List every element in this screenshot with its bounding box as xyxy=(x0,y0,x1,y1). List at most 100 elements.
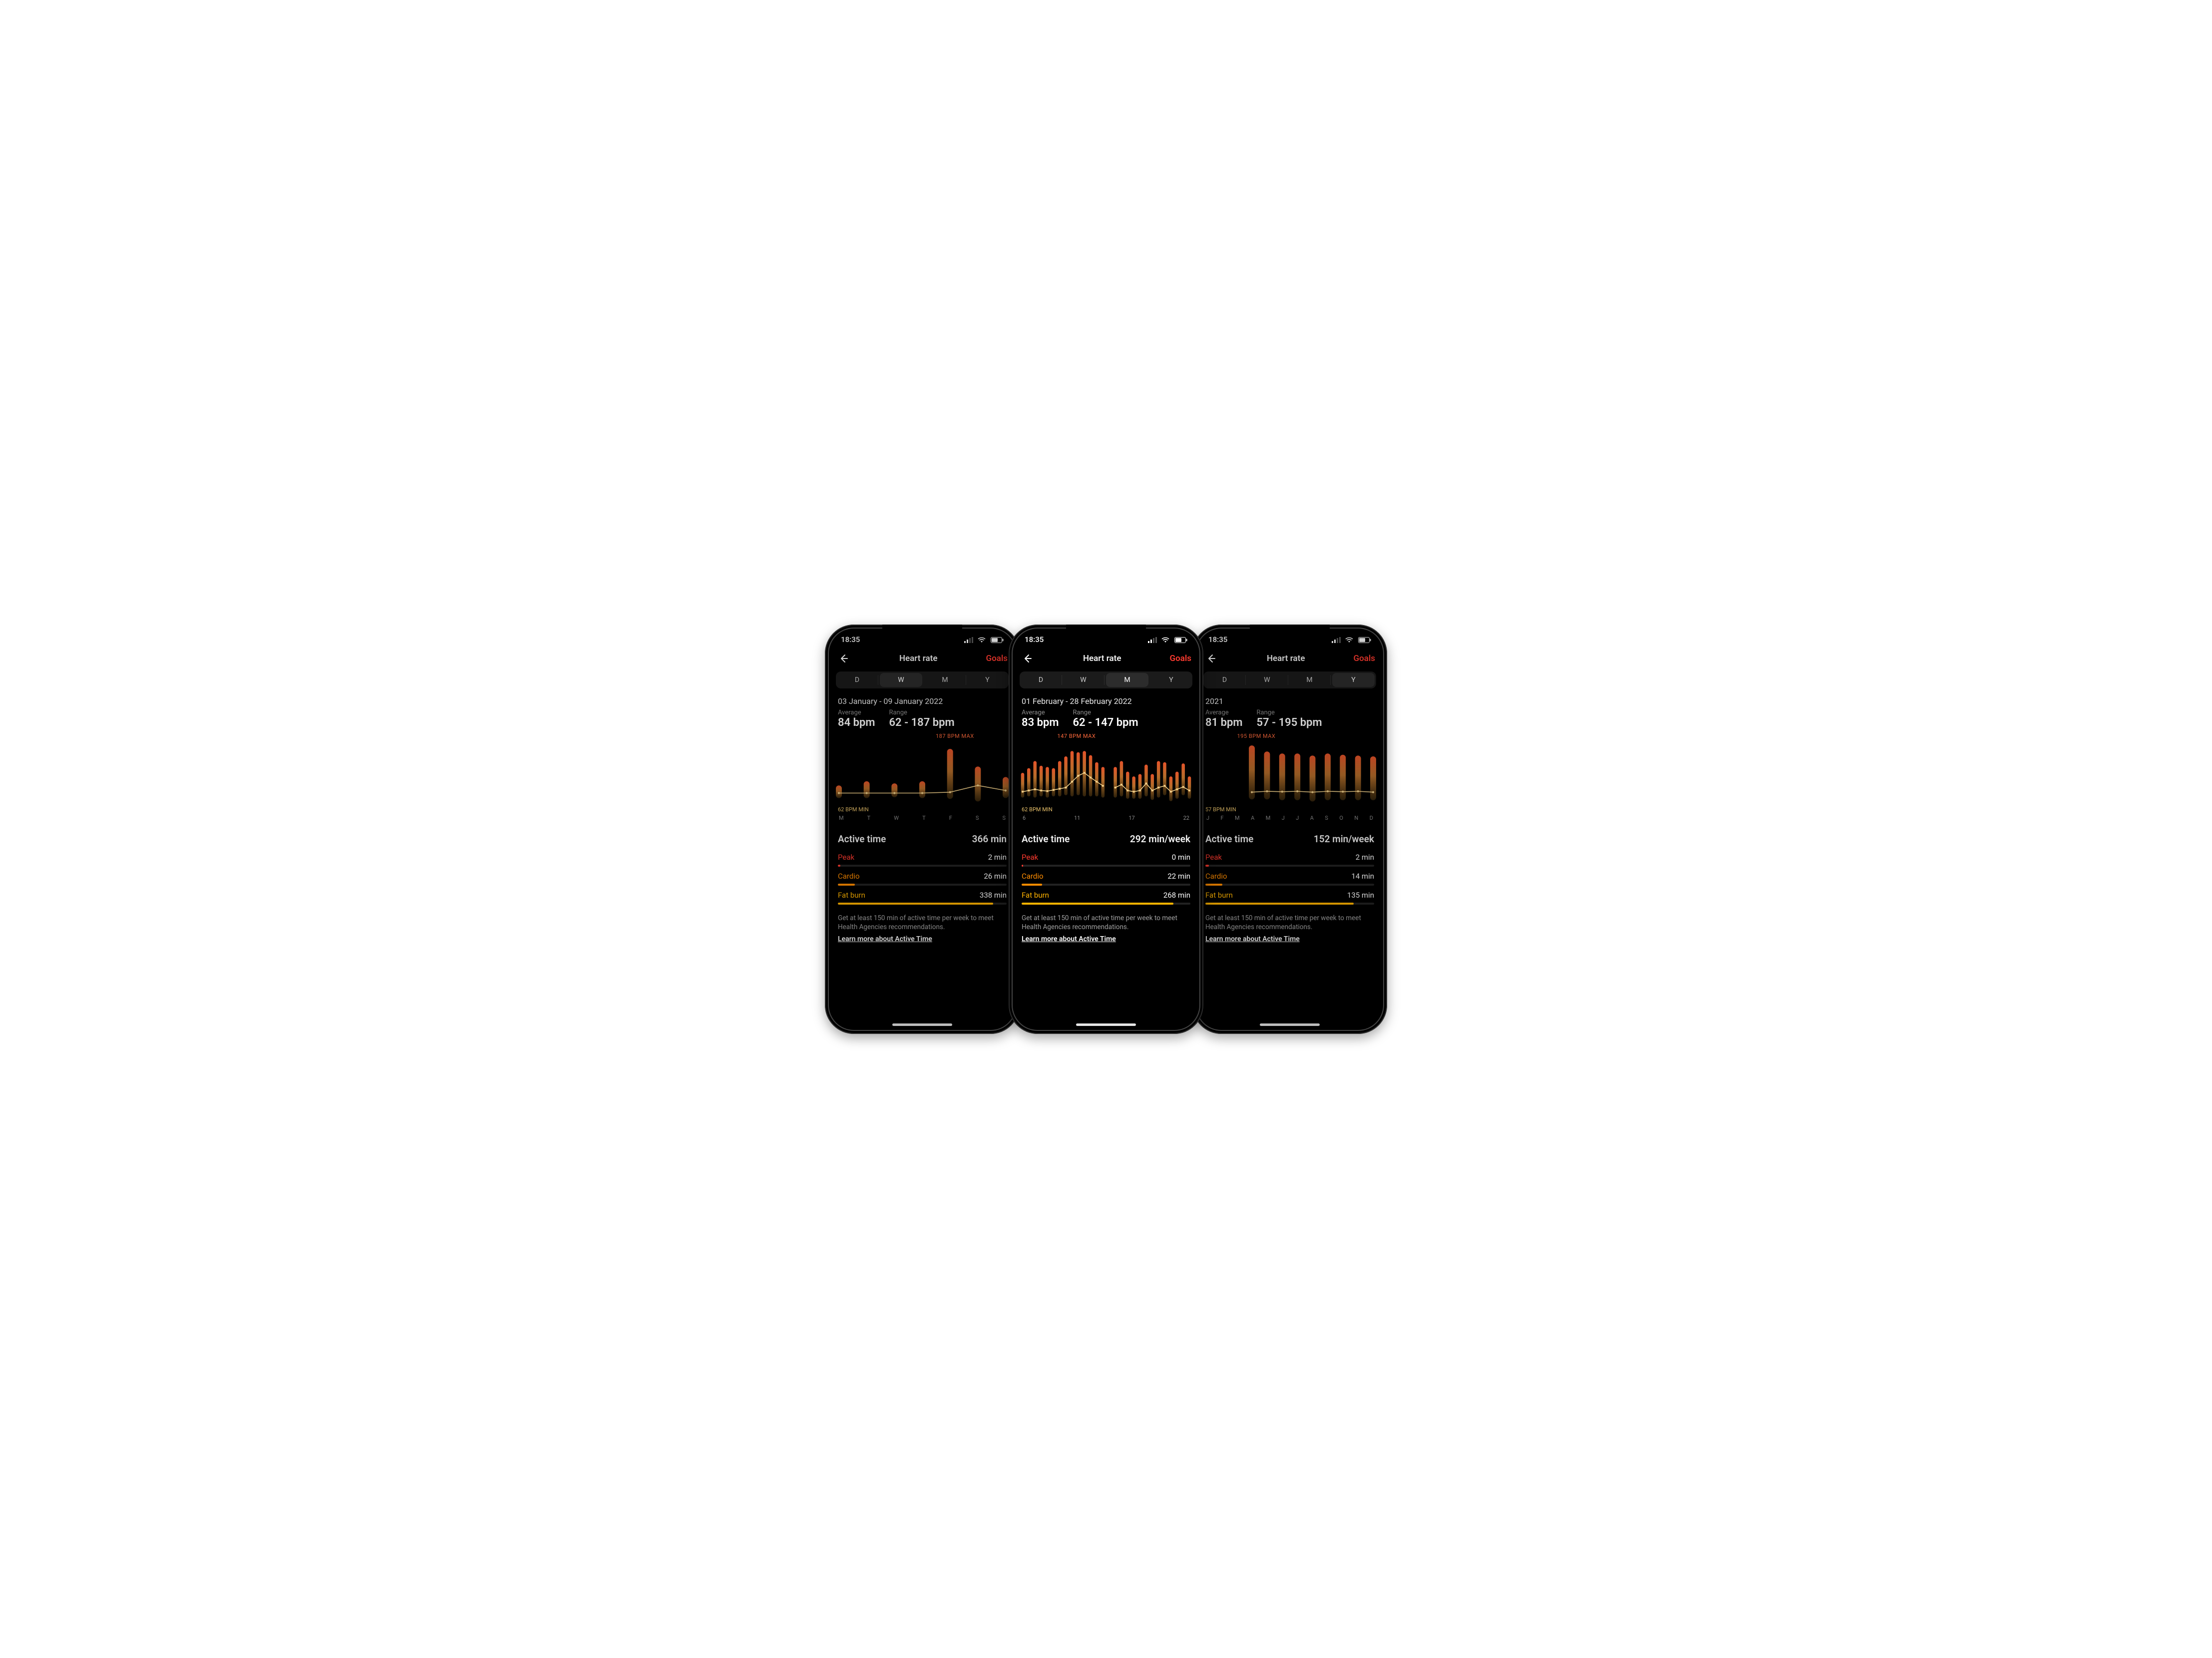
arrow-left-icon xyxy=(1206,654,1216,663)
chart-x-axis: 6111722 xyxy=(1022,813,1190,821)
row-label-peak: Peak xyxy=(838,853,854,862)
average-value: 84 bpm xyxy=(838,716,875,729)
x-tick: F xyxy=(949,815,952,821)
summary-header: 2021 Average81 bpm Range57 - 195 bpm xyxy=(1197,691,1382,730)
segment-w[interactable]: W xyxy=(1062,671,1105,688)
wifi-icon xyxy=(978,637,986,643)
x-tick: W xyxy=(894,815,899,821)
status-time: 18:35 xyxy=(841,635,860,644)
home-indicator[interactable] xyxy=(1076,1023,1136,1026)
active-time-label: Active time xyxy=(1205,833,1253,845)
x-tick: J xyxy=(1282,815,1285,821)
x-tick: M xyxy=(1235,815,1240,821)
goals-button[interactable]: Goals xyxy=(1353,654,1375,663)
date-range: 01 February - 28 February 2022 xyxy=(1022,696,1190,706)
row-bar-peak xyxy=(1022,865,1190,867)
learn-more-link[interactable]: Learn more about Active Time xyxy=(830,934,1015,944)
battery-icon xyxy=(991,637,1004,643)
status-time: 18:35 xyxy=(1025,635,1044,644)
x-tick: T xyxy=(867,815,871,821)
recommendation-text: Get at least 150 min of active time per … xyxy=(830,905,1015,935)
active-time-value: 366 min xyxy=(972,833,1007,845)
x-tick: A xyxy=(1310,815,1314,821)
row-value-cardio: 22 min xyxy=(1167,872,1190,881)
segment-d[interactable]: D xyxy=(1020,671,1062,688)
chart-max-label: 187 BPM MAX xyxy=(936,733,1007,739)
back-button[interactable] xyxy=(1021,652,1035,665)
row-label-fatburn: Fat burn xyxy=(838,891,865,900)
row-label-fatburn: Fat burn xyxy=(1205,891,1233,900)
row-bar-fatburn xyxy=(1022,903,1190,905)
recommendation-text: Get at least 150 min of active time per … xyxy=(1197,905,1382,935)
date-range: 2021 xyxy=(1205,696,1374,706)
row-value-peak: 2 min xyxy=(988,853,1007,862)
active-time-header: Active time 152 min/week xyxy=(1197,821,1382,848)
phone-frame-month: 18:35 Heart rate Goals DWMY 01 February … xyxy=(1009,625,1203,1034)
heart-rate-chart[interactable]: 195 BPM MAX .maxpos-year{margin-left:63.… xyxy=(1197,730,1382,821)
row-label-peak: Peak xyxy=(1205,853,1222,862)
segment-y[interactable]: Y xyxy=(1150,671,1192,688)
chart-canvas: .maxpos-year{margin-left:63.636363636363… xyxy=(1205,740,1374,805)
learn-more-link[interactable]: Learn more about Active Time xyxy=(1014,934,1198,944)
active-row-peak: Peak 2 min xyxy=(830,848,1015,867)
chart-min-label: 57 BPM MIN xyxy=(1205,806,1374,813)
range-segmented-control[interactable]: DWMY xyxy=(1020,671,1192,688)
range-segmented-control[interactable]: DWMY xyxy=(1203,671,1376,688)
home-indicator[interactable] xyxy=(892,1023,952,1026)
page-title: Heart rate xyxy=(1267,654,1305,663)
segment-d[interactable]: D xyxy=(1203,671,1246,688)
row-value-peak: 2 min xyxy=(1356,853,1374,862)
learn-more-link[interactable]: Learn more about Active Time xyxy=(1197,934,1382,944)
active-row-cardio: Cardio26 min xyxy=(830,867,1015,886)
segment-w[interactable]: W xyxy=(1246,671,1288,688)
heart-rate-chart[interactable]: 187 BPM MAX .maxpos-week{margin-left:196… xyxy=(830,730,1015,821)
device-notch xyxy=(882,625,962,640)
cellular-icon xyxy=(964,637,973,643)
row-bar-fatburn xyxy=(1205,903,1374,905)
range-segmented-control[interactable]: DWMY xyxy=(836,671,1009,688)
row-value-fatburn: 268 min xyxy=(1163,891,1190,900)
x-tick: A xyxy=(1251,815,1254,821)
phone-frame-week: 18:35 Heart rate Goals DWMY 03 January -… xyxy=(825,625,1020,1034)
x-tick: S xyxy=(976,815,979,821)
active-time-label: Active time xyxy=(1022,833,1070,845)
range-label: Range xyxy=(889,709,954,716)
page-title: Heart rate xyxy=(899,654,938,663)
active-row-fatburn: Fat burn338 min xyxy=(830,886,1015,905)
average-label: Average xyxy=(1022,709,1059,716)
active-row-peak: Peak0 min xyxy=(1014,848,1198,867)
segment-m[interactable]: M xyxy=(1288,671,1331,688)
arrow-left-icon xyxy=(839,654,849,663)
goals-button[interactable]: Goals xyxy=(1169,654,1191,663)
goals-button[interactable]: Goals xyxy=(986,654,1008,663)
segment-y[interactable]: Y xyxy=(1332,673,1375,687)
cellular-icon xyxy=(1332,637,1341,643)
heart-rate-chart[interactable]: 147 BPM MAX .maxpos-month{margin-left:71… xyxy=(1014,730,1198,821)
x-tick: M xyxy=(839,815,844,821)
x-tick: D xyxy=(1370,815,1373,821)
chart-x-axis: JFMAMJJASOND xyxy=(1205,813,1374,821)
row-label-cardio: Cardio xyxy=(1022,872,1044,881)
segment-d[interactable]: D xyxy=(836,671,878,688)
average-value: 81 bpm xyxy=(1205,716,1242,729)
active-time-value: 292 min/week xyxy=(1130,833,1190,845)
range-value: 62 - 187 bpm xyxy=(889,716,954,729)
back-button[interactable] xyxy=(1204,652,1218,665)
active-row-cardio: Cardio 22 min xyxy=(1014,867,1198,886)
home-indicator[interactable] xyxy=(1260,1023,1320,1026)
nav-bar: Heart rate Goals xyxy=(830,650,1015,668)
row-label-cardio: Cardio xyxy=(838,872,860,881)
segment-m[interactable]: M xyxy=(924,671,966,688)
x-tick: 17 xyxy=(1128,815,1134,821)
back-button[interactable] xyxy=(837,652,851,665)
x-tick: N xyxy=(1354,815,1358,821)
row-label-peak: Peak xyxy=(1022,853,1038,862)
segment-y[interactable]: Y xyxy=(966,671,1009,688)
cellular-icon xyxy=(1148,637,1157,643)
wifi-icon xyxy=(1161,637,1169,643)
active-time-header: Active time 292 min/week xyxy=(1014,821,1198,848)
x-tick: M xyxy=(1266,815,1271,821)
segment-m[interactable]: M xyxy=(1106,673,1148,687)
segment-w[interactable]: W xyxy=(880,673,922,687)
x-tick: J xyxy=(1206,815,1209,821)
